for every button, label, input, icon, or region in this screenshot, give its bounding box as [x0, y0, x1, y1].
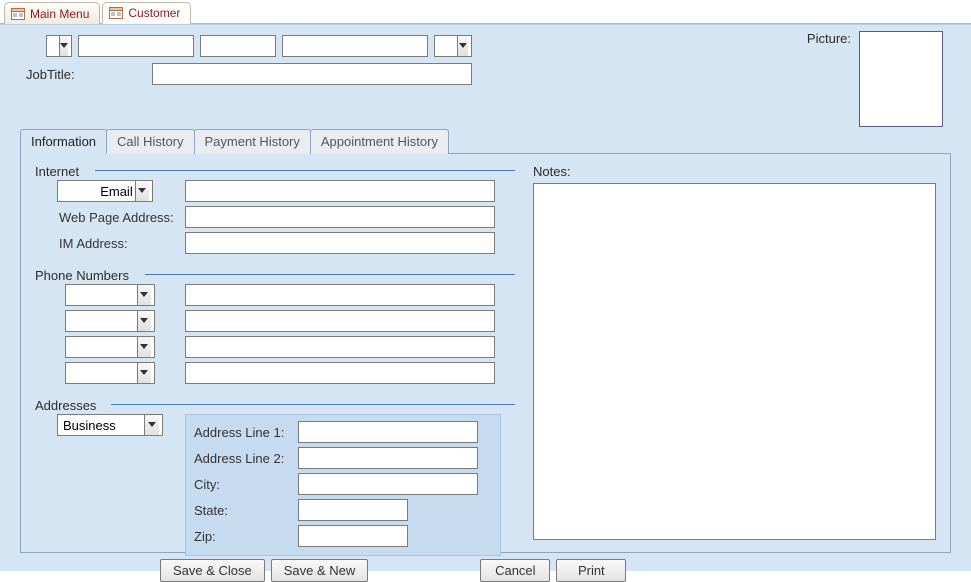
- name-block: [46, 35, 472, 57]
- web-row: Web Page Address:: [35, 206, 515, 228]
- state-row: State:: [194, 499, 492, 521]
- notes-label: Notes:: [533, 164, 936, 179]
- city-row: City:: [194, 473, 492, 495]
- form-icon: [109, 7, 123, 19]
- phone-group: Phone Numbers: [35, 268, 515, 384]
- state-input[interactable]: [298, 499, 408, 521]
- phone-type-input[interactable]: [69, 337, 137, 357]
- suffix-combo[interactable]: [434, 35, 472, 57]
- phone-type-combo[interactable]: [65, 310, 155, 332]
- subtab-information[interactable]: Information: [20, 129, 107, 154]
- tab-main-menu[interactable]: Main Menu: [4, 2, 100, 24]
- state-label: State:: [194, 503, 298, 518]
- internet-group-label: Internet: [35, 164, 87, 179]
- address-line1-row: Address Line 1:: [194, 421, 492, 443]
- subtab-call-history[interactable]: Call History: [106, 129, 194, 154]
- header-row: JobTitle: Picture:: [20, 35, 951, 125]
- object-tab-bar: Main Menu Customer: [0, 0, 971, 24]
- phone-number-input[interactable]: [185, 362, 495, 384]
- phone-row: [35, 362, 515, 384]
- chevron-down-icon[interactable]: [144, 415, 159, 435]
- addresses-group: Addresses Address Line 1:: [35, 398, 515, 556]
- email-row: [35, 180, 515, 202]
- address-type-input[interactable]: [61, 415, 144, 435]
- prefix-input[interactable]: [50, 36, 59, 56]
- tab-customer[interactable]: Customer: [102, 2, 191, 24]
- phone-type-combo[interactable]: [65, 284, 155, 306]
- phone-type-input[interactable]: [69, 363, 137, 383]
- left-column: Internet Web Page Address:: [35, 164, 515, 540]
- phone-type-combo[interactable]: [65, 362, 155, 384]
- city-input[interactable]: [298, 473, 478, 495]
- middle-name-input[interactable]: [200, 35, 276, 57]
- tab-customer-label: Customer: [128, 6, 180, 20]
- prefix-combo[interactable]: [46, 35, 72, 57]
- chevron-down-icon[interactable]: [135, 181, 149, 201]
- im-input[interactable]: [185, 232, 495, 254]
- job-title-input[interactable]: [152, 63, 472, 85]
- email-type-combo[interactable]: [57, 180, 153, 202]
- zip-row: Zip:: [194, 525, 492, 547]
- chevron-down-icon[interactable]: [137, 363, 151, 383]
- job-title-label: JobTitle:: [26, 67, 144, 82]
- tab-main-menu-label: Main Menu: [30, 7, 89, 21]
- address-line2-row: Address Line 2:: [194, 447, 492, 469]
- phone-row: [35, 310, 515, 332]
- email-input[interactable]: [185, 180, 495, 202]
- suffix-input[interactable]: [438, 36, 457, 56]
- subtab-bar: Information Call History Payment History…: [20, 129, 951, 154]
- first-name-input[interactable]: [78, 35, 194, 57]
- web-label: Web Page Address:: [35, 210, 185, 225]
- phone-row: [35, 284, 515, 306]
- divider: [111, 404, 515, 405]
- phone-row: [35, 336, 515, 358]
- chevron-down-icon[interactable]: [59, 36, 68, 56]
- chevron-down-icon[interactable]: [137, 311, 151, 331]
- address-line1-input[interactable]: [298, 421, 478, 443]
- right-column: Notes:: [533, 164, 936, 540]
- phone-number-input[interactable]: [185, 310, 495, 332]
- internet-group: Internet Web Page Address:: [35, 164, 515, 254]
- city-label: City:: [194, 477, 298, 492]
- last-name-input[interactable]: [282, 35, 428, 57]
- address-type-combo[interactable]: [57, 414, 163, 436]
- chevron-down-icon[interactable]: [457, 36, 468, 56]
- im-label: IM Address:: [35, 236, 185, 251]
- zip-label: Zip:: [194, 529, 298, 544]
- email-type-input[interactable]: [61, 181, 135, 201]
- address-line1-label: Address Line 1:: [194, 425, 298, 440]
- job-title-row: JobTitle:: [26, 63, 472, 85]
- information-panel: Internet Web Page Address:: [20, 153, 951, 553]
- picture-label: Picture:: [807, 31, 851, 46]
- notes-textarea[interactable]: [533, 183, 936, 540]
- phone-number-input[interactable]: [185, 336, 495, 358]
- phone-type-input[interactable]: [69, 311, 137, 331]
- subtab-appointment-history[interactable]: Appointment History: [310, 129, 449, 154]
- customer-form: JobTitle: Picture: Information Call Hist…: [0, 24, 971, 571]
- address-panel: Address Line 1: Address Line 2: City:: [185, 414, 501, 556]
- addresses-group-label: Addresses: [35, 398, 104, 413]
- subtab-payment-history[interactable]: Payment History: [194, 129, 311, 154]
- phone-type-input[interactable]: [69, 285, 137, 305]
- im-row: IM Address:: [35, 232, 515, 254]
- phone-number-input[interactable]: [185, 284, 495, 306]
- picture-block: Picture:: [807, 31, 943, 127]
- phone-type-combo[interactable]: [65, 336, 155, 358]
- picture-frame[interactable]: [859, 31, 943, 127]
- web-input[interactable]: [185, 206, 495, 228]
- address-line2-label: Address Line 2:: [194, 451, 298, 466]
- phone-group-label: Phone Numbers: [35, 268, 137, 283]
- form-icon: [11, 8, 25, 20]
- divider: [145, 274, 515, 275]
- divider: [95, 170, 515, 171]
- chevron-down-icon[interactable]: [137, 285, 151, 305]
- chevron-down-icon[interactable]: [137, 337, 151, 357]
- address-line2-input[interactable]: [298, 447, 478, 469]
- zip-input[interactable]: [298, 525, 408, 547]
